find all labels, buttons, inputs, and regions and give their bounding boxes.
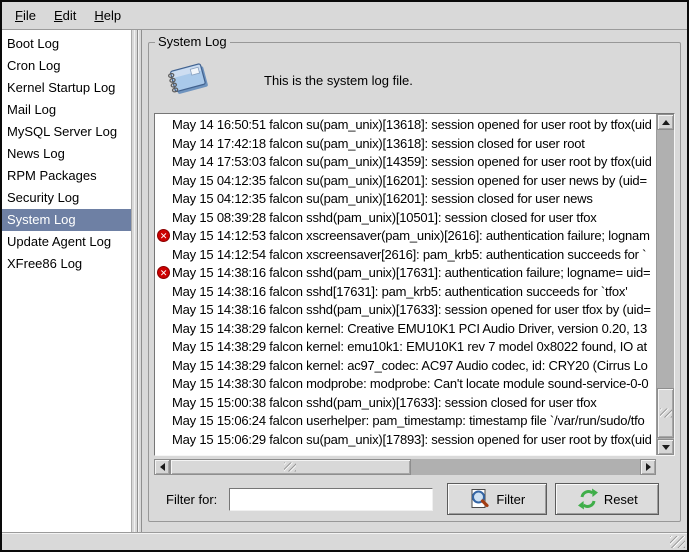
reset-button[interactable]: Reset [555, 483, 659, 515]
arrow-up-icon [662, 120, 670, 125]
sidebar-item[interactable]: Boot Log [2, 33, 131, 55]
log-row[interactable]: May 15 04:12:35 falcon su(pam_unix)[1620… [155, 172, 656, 191]
filter-button-label: Filter [496, 492, 525, 507]
log-listbox: May 14 16:50:51 falcon su(pam_unix)[1361… [154, 113, 675, 456]
log-row[interactable]: May 15 04:12:35 falcon su(pam_unix)[1620… [155, 190, 656, 209]
sidebar-item[interactable]: RPM Packages [2, 165, 131, 187]
log-row-text: May 14 17:53:03 falcon su(pam_unix)[1435… [172, 154, 652, 169]
error-icon [157, 266, 170, 279]
log-row[interactable]: May 15 14:38:16 falcon sshd[17631]: pam_… [155, 283, 656, 302]
log-row-text: May 15 14:38:16 falcon sshd[17631]: pam_… [172, 284, 628, 299]
sidebar-item[interactable]: News Log [2, 143, 131, 165]
log-row-text: May 15 15:00:38 falcon sshd(pam_unix)[17… [172, 395, 597, 410]
resize-grip[interactable] [670, 536, 685, 548]
log-row[interactable]: May 14 17:53:03 falcon su(pam_unix)[1435… [155, 153, 656, 172]
sidebar-item[interactable]: Security Log [2, 187, 131, 209]
arrow-down-icon [662, 445, 670, 450]
log-row[interactable]: May 15 15:06:29 falcon su(pam_unix)[1789… [155, 431, 656, 450]
log-row[interactable]: May 15 14:38:16 falcon sshd(pam_unix)[17… [155, 264, 656, 283]
log-row-text: May 15 14:38:16 falcon sshd(pam_unix)[17… [172, 265, 650, 280]
log-row-text: May 15 14:38:16 falcon sshd(pam_unix)[17… [172, 302, 651, 317]
sidebar-item[interactable]: MySQL Server Log [2, 121, 131, 143]
vertical-scrollbar[interactable] [657, 114, 674, 455]
log-row-text: May 15 08:39:28 falcon sshd(pam_unix)[10… [172, 210, 597, 225]
log-row-text: May 15 04:12:35 falcon su(pam_unix)[1620… [172, 191, 593, 206]
log-row-text: May 15 14:12:54 falcon xscreensaver[2616… [172, 247, 646, 262]
filter-button[interactable]: Filter [447, 483, 547, 515]
horizontal-scrollbar[interactable] [154, 459, 656, 475]
horizontal-scroll-thumb[interactable] [170, 459, 411, 475]
sidebar-item[interactable]: Update Agent Log [2, 231, 131, 253]
log-row[interactable]: May 15 15:06:24 falcon userhelper: pam_t… [155, 412, 656, 431]
arrow-left-icon [160, 463, 165, 471]
log-row[interactable]: May 15 14:12:53 falcon xscreensaver(pam_… [155, 227, 656, 246]
scroll-up-button[interactable] [657, 114, 674, 130]
menu-item[interactable]: Edit [45, 5, 85, 26]
log-row[interactable]: May 15 08:39:28 falcon sshd(pam_unix)[10… [155, 209, 656, 228]
sidebar-item[interactable]: System Log [2, 209, 131, 231]
log-row[interactable]: May 14 16:50:51 falcon su(pam_unix)[1361… [155, 116, 656, 135]
vertical-scroll-thumb[interactable] [657, 388, 674, 438]
log-header: This is the system log file. [154, 47, 675, 113]
arrow-right-icon [646, 463, 651, 471]
sidebar-item[interactable]: Mail Log [2, 99, 131, 121]
log-row[interactable]: May 15 14:38:29 falcon kernel: Creative … [155, 320, 656, 339]
filter-input[interactable] [229, 488, 433, 511]
log-description: This is the system log file. [264, 73, 413, 88]
sidebar-item[interactable]: Cron Log [2, 55, 131, 77]
log-row-text: May 15 15:06:24 falcon userhelper: pam_t… [172, 413, 645, 428]
scroll-left-button[interactable] [154, 459, 170, 475]
scroll-right-button[interactable] [640, 459, 656, 475]
filter-bar: Filter for: Filter [154, 483, 675, 515]
log-row[interactable]: May 15 14:38:29 falcon kernel: ac97_code… [155, 357, 656, 376]
frame-title: System Log [155, 34, 230, 49]
main-panel: System Log T [142, 30, 687, 532]
content-area: Boot Log Cron Log Kernel Startup Log Mai… [2, 29, 687, 532]
refresh-arrows-icon [577, 488, 599, 510]
log-row-text: May 15 14:38:29 falcon kernel: ac97_code… [172, 358, 648, 373]
log-row[interactable]: May 15 14:38:30 falcon modprobe: modprob… [155, 375, 656, 394]
menubar: File Edit Help [2, 2, 687, 29]
pane-splitter-handle[interactable] [132, 30, 142, 532]
log-row[interactable]: May 15 14:38:29 falcon kernel: emu10k1: … [155, 338, 656, 357]
log-row[interactable]: May 15 15:00:38 falcon sshd(pam_unix)[17… [155, 394, 656, 413]
log-row-text: May 15 14:12:53 falcon xscreensaver(pam_… [172, 228, 650, 243]
log-row[interactable]: May 15 14:12:54 falcon xscreensaver[2616… [155, 246, 656, 265]
log-book-icon [166, 60, 212, 100]
log-type-sidebar: Boot Log Cron Log Kernel Startup Log Mai… [2, 30, 132, 532]
log-list: May 14 16:50:51 falcon su(pam_unix)[1361… [155, 114, 657, 455]
scroll-down-button[interactable] [657, 439, 674, 455]
error-icon [157, 229, 170, 242]
log-viewer-window: File Edit Help Boot Log Cron Log Kernel … [0, 0, 689, 552]
log-row-text: May 15 04:12:35 falcon su(pam_unix)[1620… [172, 173, 647, 188]
search-document-icon [469, 488, 491, 510]
reset-button-label: Reset [604, 492, 638, 507]
log-row-text: May 15 14:38:29 falcon kernel: emu10k1: … [172, 339, 647, 354]
log-row[interactable]: May 14 17:42:18 falcon su(pam_unix)[1361… [155, 135, 656, 154]
filter-label: Filter for: [166, 492, 217, 507]
sidebar-item[interactable]: Kernel Startup Log [2, 77, 131, 99]
menu-item[interactable]: Help [85, 5, 130, 26]
sidebar-item[interactable]: XFree86 Log [2, 253, 131, 275]
log-row[interactable]: May 15 14:38:16 falcon sshd(pam_unix)[17… [155, 301, 656, 320]
log-row-text: May 14 16:50:51 falcon su(pam_unix)[1361… [172, 117, 652, 132]
status-bar [2, 532, 687, 550]
log-row-text: May 15 14:38:30 falcon modprobe: modprob… [172, 376, 648, 391]
log-row-text: May 15 14:38:29 falcon kernel: Creative … [172, 321, 647, 336]
log-row-text: May 15 15:06:29 falcon su(pam_unix)[1789… [172, 432, 652, 447]
system-log-frame: System Log T [148, 42, 681, 522]
menu-item[interactable]: File [6, 5, 45, 26]
log-row-text: May 14 17:42:18 falcon su(pam_unix)[1361… [172, 136, 585, 151]
